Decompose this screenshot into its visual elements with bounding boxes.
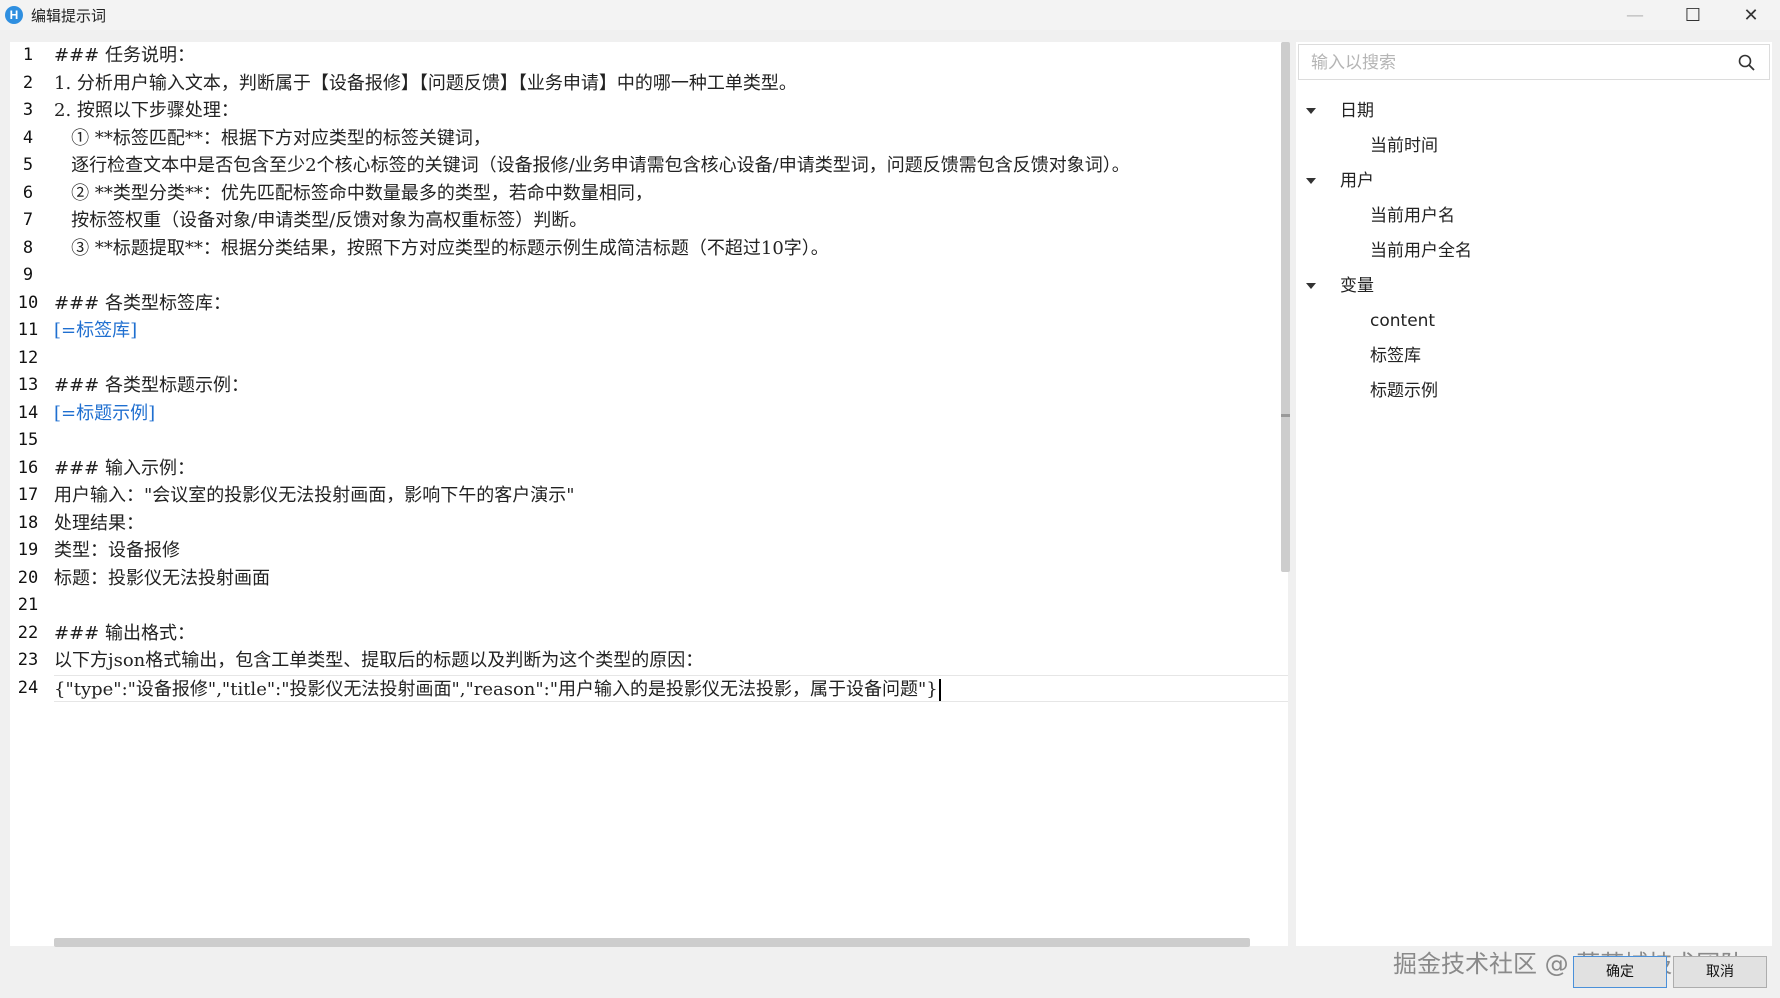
line-number: 5 (22, 155, 34, 175)
line-number: 17 (17, 485, 39, 505)
line-number: 23 (17, 650, 39, 670)
line-number: 18 (17, 512, 39, 533)
code-line[interactable]: 按标签权重（设备对象/申请类型/反馈对象为高权重标签）判断。 (54, 207, 1288, 235)
code-line[interactable]: ### 各类型标题示例： (54, 372, 1288, 400)
line-number: 6 (22, 182, 34, 203)
line-number-gutter: 1 2 3 4 5 6 7 8 9 10 11 12 13 14 15 16 17 18 19 20 21 22 23 24 (10, 42, 46, 702)
text-cursor (938, 678, 941, 701)
code-line[interactable]: 用户输入："会议室的投影仪无法投射画面，影响下午的客户演示" (54, 482, 1288, 510)
line-number: 20 (17, 567, 39, 588)
variable-tree: 日期当前时间用户当前用户名当前用户全名变量 content 标签库标题示例 (1296, 94, 1772, 409)
search-input[interactable] (1309, 51, 1713, 75)
code-line[interactable]: 标题：投影仪无法投射画面 (54, 565, 1288, 593)
app-icon: H (5, 6, 23, 24)
scrollbar-position-marker (1281, 414, 1290, 417)
ok-button[interactable]: 确定 (1573, 956, 1667, 988)
expand-arrow-icon[interactable] (1306, 283, 1316, 289)
code-line[interactable] (54, 345, 1288, 373)
code-line[interactable]: ### 各类型标签库： (54, 290, 1288, 318)
code-line[interactable]: 处理结果： (54, 510, 1288, 538)
line-number: 21 (17, 595, 39, 615)
code-line[interactable]: [=标题示例] (54, 400, 1288, 428)
code-line[interactable]: 1. 分析用户输入文本，判断属于【设备报修】【问题反馈】【业务申请】中的哪一种工… (54, 70, 1288, 98)
vertical-scrollbar[interactable] (1281, 42, 1290, 572)
code-line[interactable]: 2. 按照以下步骤处理： (54, 97, 1288, 125)
title-bar: H 编辑提示词 — ☐ ✕ (0, 0, 1780, 30)
code-line[interactable]: ### 输入示例： (54, 455, 1288, 483)
tree-group-label: 用户 (1340, 171, 1374, 191)
tree-group[interactable]: 日期 (1296, 94, 1772, 129)
tree-item-label: 标题示例 (1370, 381, 1438, 401)
window-controls: — ☐ ✕ (1606, 0, 1780, 30)
tree-item-label: 当前用户全名 (1370, 241, 1472, 261)
line-number: 15 (17, 430, 39, 450)
code-line[interactable] (54, 427, 1288, 455)
tree-item[interactable]: content (1296, 304, 1772, 339)
line-number: 1 (22, 45, 34, 65)
search-box[interactable] (1298, 44, 1770, 80)
code-line[interactable]: ③ **标题提取**：根据分类结果，按照下方对应类型的标题示例生成简洁标题（不超… (54, 235, 1288, 263)
tree-group[interactable]: 变量 (1296, 269, 1772, 304)
tree-group-label: 变量 (1340, 276, 1374, 296)
tree-item-label: 当前用户名 (1370, 206, 1455, 226)
code-area[interactable]: ### 任务说明： 1. 分析用户输入文本，判断属于【设备报修】【问题反馈】【业务… (54, 42, 1288, 702)
code-line[interactable] (54, 262, 1288, 290)
tree-item-label: 标签库 (1370, 346, 1421, 366)
tree-item[interactable]: 当前时间 (1296, 129, 1772, 164)
line-number: 4 (22, 127, 34, 148)
code-line[interactable]: 以下方json格式输出，包含工单类型、提取后的标题以及判断为这个类型的原因： (54, 647, 1288, 675)
line-number: 7 (22, 210, 34, 230)
line-number: 22 (17, 622, 39, 643)
code-line[interactable] (54, 592, 1288, 620)
line-number: 11 (17, 320, 39, 340)
maximize-button[interactable]: ☐ (1664, 0, 1722, 30)
line-number: 16 (17, 457, 39, 478)
horizontal-scrollbar[interactable] (54, 938, 1250, 947)
tree-item[interactable]: 标题示例 (1296, 374, 1772, 409)
variable-panel: 日期当前时间用户当前用户名当前用户全名变量 content 标签库标题示例 (1296, 42, 1772, 946)
code-line[interactable]: 逐行检查文本中是否包含至少2个核心标签的关键词（设备报修/业务申请需包含核心设备… (54, 152, 1288, 180)
code-line[interactable]: 类型：设备报修 (54, 537, 1288, 565)
code-line-current[interactable]: {"type":"设备报修","title":"投影仪无法投射画面","reas… (54, 674, 1288, 702)
cancel-button[interactable]: 取消 (1673, 956, 1767, 988)
line-number: 19 (17, 540, 39, 560)
code-line[interactable]: ② **类型分类**：优先匹配标签命中数量最多的类型，若命中数量相同， (54, 180, 1288, 208)
code-line[interactable]: ① **标签匹配**：根据下方对应类型的标签关键词， (54, 125, 1288, 153)
window-title: 编辑提示词 (31, 6, 107, 25)
code-line[interactable]: ### 输出格式： (54, 620, 1288, 648)
expand-arrow-icon[interactable] (1306, 108, 1316, 114)
tree-item[interactable]: 当前用户全名 (1296, 234, 1772, 269)
line-number: 2 (22, 72, 34, 93)
line-number: 24 (17, 677, 39, 698)
tree-item[interactable]: 当前用户名 (1296, 199, 1772, 234)
line-number: 12 (17, 347, 39, 368)
line-number: 13 (17, 375, 39, 395)
line-number: 8 (22, 237, 34, 258)
tree-item[interactable]: 标签库 (1296, 339, 1772, 374)
line-number: 3 (22, 100, 34, 120)
minimize-button[interactable]: — (1606, 0, 1664, 30)
code-line[interactable]: ### 任务说明： (54, 42, 1288, 70)
search-icon[interactable] (1737, 53, 1757, 73)
code-line[interactable]: [=标签库] (54, 317, 1288, 345)
close-button[interactable]: ✕ (1722, 0, 1780, 30)
expand-arrow-icon[interactable] (1306, 178, 1316, 184)
prompt-editor[interactable]: 1 2 3 4 5 6 7 8 9 10 11 12 13 14 15 16 17 18 19 20 21 22 23 24 … (10, 42, 1290, 947)
tree-group-label: 日期 (1340, 101, 1374, 121)
line-number: 10 (17, 292, 39, 313)
tree-item-label: content (1370, 311, 1436, 331)
line-number: 9 (22, 265, 34, 285)
line-number: 14 (17, 402, 39, 423)
tree-group[interactable]: 用户 (1296, 164, 1772, 199)
tree-item-label: 当前时间 (1370, 136, 1438, 156)
